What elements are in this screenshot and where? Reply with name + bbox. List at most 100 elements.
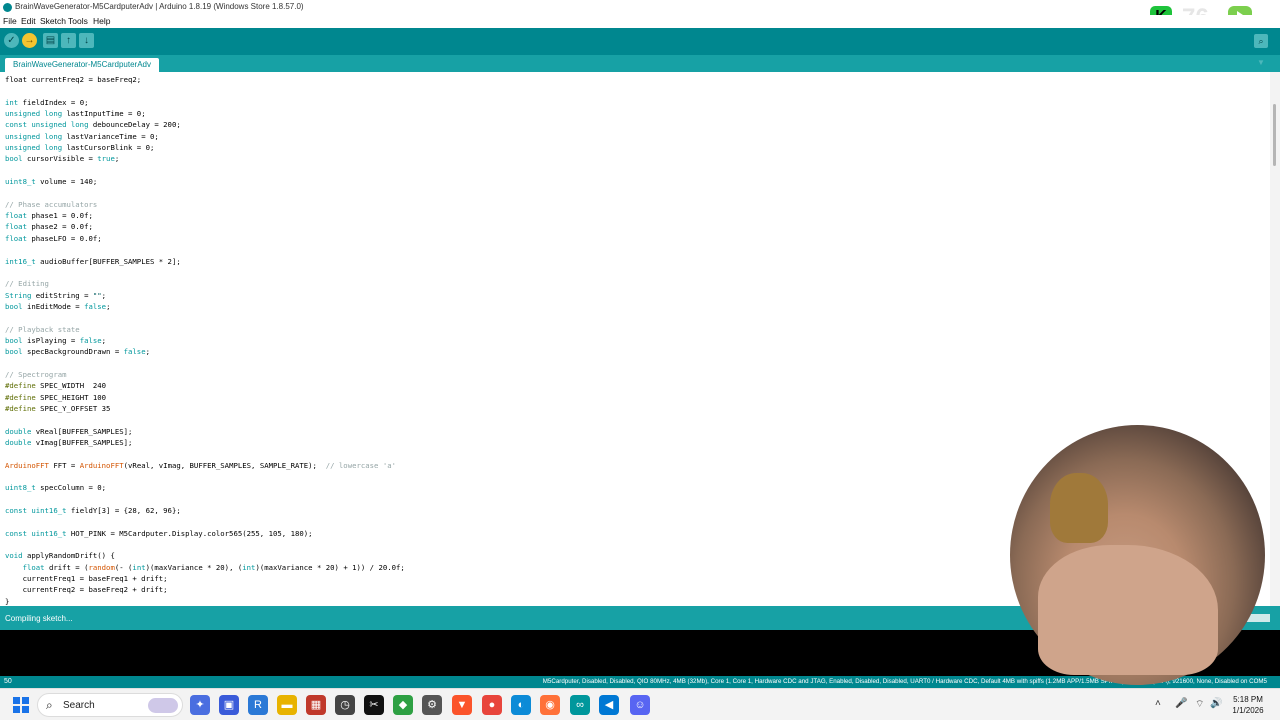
- code-line[interactable]: // Phase accumulators: [5, 199, 405, 210]
- tray-chevron-icon[interactable]: ˄: [1155, 698, 1161, 709]
- taskbar-search[interactable]: ⌕ Search: [37, 693, 183, 717]
- code-line[interactable]: unsigned long lastVarianceTime = 0;: [5, 131, 405, 142]
- code-line[interactable]: [5, 539, 405, 550]
- code-line[interactable]: // Spectrogram: [5, 369, 405, 380]
- code-line[interactable]: float phaseLFO = 0.0f;: [5, 233, 405, 244]
- code-line[interactable]: [5, 165, 405, 176]
- code-token: ;: [101, 335, 107, 345]
- code-token: unsigned long: [5, 109, 63, 119]
- verify-button[interactable]: ✓: [4, 33, 19, 48]
- wifi-icon[interactable]: ⌔: [1195, 698, 1204, 711]
- code-line[interactable]: bool specBackgroundDrawn = false;: [5, 346, 405, 357]
- tab-menu-icon[interactable]: ▼: [1256, 58, 1266, 68]
- code-line[interactable]: float currentFreq2 = baseFreq2;: [5, 74, 405, 85]
- code-line[interactable]: [5, 448, 405, 459]
- code-line[interactable]: [5, 358, 405, 369]
- code-line[interactable]: [5, 516, 405, 527]
- code-token: true: [97, 154, 115, 164]
- code-line[interactable]: void applyRandomDrift() {: [5, 550, 405, 561]
- code-line[interactable]: unsigned long lastCursorBlink = 0;: [5, 142, 405, 153]
- file-explorer-icon[interactable]: ▬: [277, 695, 297, 715]
- code-line[interactable]: bool inEditMode = false;: [5, 301, 405, 312]
- edge-icon[interactable]: ◐: [511, 695, 531, 715]
- code-line[interactable]: double vReal[BUFFER_SAMPLES];: [5, 426, 405, 437]
- code-token: float: [5, 222, 27, 232]
- capcut-icon[interactable]: ✂: [364, 695, 384, 715]
- code-line[interactable]: float drift = (random(- (int)(maxVarianc…: [5, 562, 405, 573]
- code-token: const unsigned long: [5, 120, 89, 130]
- code-line[interactable]: String editString = "";: [5, 290, 405, 301]
- firefox-icon[interactable]: ◉: [540, 695, 560, 715]
- save-sketch-button[interactable]: ↓: [79, 33, 94, 48]
- code-line[interactable]: const uint16_t HOT_PINK = M5Cardputer.Di…: [5, 528, 405, 539]
- code-line[interactable]: ArduinoFFT FFT = ArduinoFFT(vReal, vImag…: [5, 460, 405, 471]
- code-token: inEditMode =: [22, 301, 85, 311]
- code-line[interactable]: [5, 85, 405, 96]
- editor-scrollbar[interactable]: [1270, 72, 1280, 606]
- system-clock[interactable]: 5:18 PM 1/1/2026: [1228, 694, 1268, 716]
- code-token: ;: [114, 154, 120, 164]
- code-token: String: [5, 290, 32, 300]
- store-icon[interactable]: ▣: [219, 695, 239, 715]
- code-line[interactable]: uint8_t volume = 140;: [5, 176, 405, 187]
- code-line[interactable]: int fieldIndex = 0;: [5, 97, 405, 108]
- code-line[interactable]: #define SPEC_Y_OFFSET 35: [5, 403, 405, 414]
- code-token: unsigned long: [5, 131, 63, 141]
- code-line[interactable]: int16_t audioBuffer[BUFFER_SAMPLES * 2];: [5, 256, 405, 267]
- menu-tools[interactable]: Tools: [68, 16, 88, 26]
- remote-icon[interactable]: R: [248, 695, 268, 715]
- code-line[interactable]: const uint16_t fieldY[3] = {28, 62, 96};: [5, 505, 405, 516]
- code-line[interactable]: unsigned long lastInputTime = 0;: [5, 108, 405, 119]
- code-line[interactable]: #define SPEC_WIDTH 240: [5, 380, 405, 391]
- menu-help[interactable]: Help: [93, 16, 110, 26]
- open-sketch-button[interactable]: ↑: [61, 33, 76, 48]
- settings-icon[interactable]: ⚙: [422, 695, 442, 715]
- code-token: false: [79, 335, 102, 345]
- code-line[interactable]: bool cursorVisible = true;: [5, 153, 405, 164]
- code-line[interactable]: [5, 244, 405, 255]
- copilot-icon[interactable]: ✦: [190, 695, 210, 715]
- scrollbar-thumb[interactable]: [1273, 104, 1276, 166]
- code-line[interactable]: [5, 187, 405, 198]
- code-line[interactable]: bool isPlaying = false;: [5, 335, 405, 346]
- new-sketch-button[interactable]: ▤: [43, 33, 58, 48]
- code-line[interactable]: }: [5, 596, 405, 606]
- brave-icon[interactable]: ▼: [452, 695, 472, 715]
- tab-sketch[interactable]: BrainWaveGenerator-M5CardputerAdv: [5, 58, 159, 72]
- code-line[interactable]: currentFreq1 = baseFreq1 + drift;: [5, 573, 405, 584]
- code-line[interactable]: // Playback state: [5, 324, 405, 335]
- gem-icon[interactable]: ◆: [393, 695, 413, 715]
- windows-start-icon[interactable]: [13, 697, 29, 713]
- code-line[interactable]: [5, 267, 405, 278]
- code-line[interactable]: [5, 494, 405, 505]
- code-text[interactable]: float currentFreq2 = baseFreq2; int fiel…: [5, 74, 405, 606]
- code-line[interactable]: currentFreq2 = baseFreq2 + drift;: [5, 584, 405, 595]
- chrome-icon[interactable]: ●: [482, 695, 502, 715]
- code-line[interactable]: float phase1 = 0.0f;: [5, 210, 405, 221]
- code-line[interactable]: double vImag[BUFFER_SAMPLES];: [5, 437, 405, 448]
- serial-monitor-button[interactable]: ⌕: [1254, 34, 1268, 48]
- news-icon[interactable]: ▦: [306, 695, 326, 715]
- code-line[interactable]: uint8_t specColumn = 0;: [5, 482, 405, 493]
- arduino-icon[interactable]: ∞: [570, 695, 590, 715]
- volume-icon[interactable]: 🔊: [1210, 698, 1222, 709]
- vscode-icon[interactable]: ◀: [599, 695, 619, 715]
- mic-icon[interactable]: 🎤: [1175, 698, 1187, 709]
- code-token: HOT_PINK = M5Cardputer.Display.color565(…: [66, 528, 313, 538]
- menu-sketch[interactable]: Sketch: [40, 16, 66, 26]
- code-line[interactable]: const unsigned long debounceDelay = 200;: [5, 119, 405, 130]
- code-token: #define: [5, 403, 36, 413]
- menu-edit[interactable]: Edit: [21, 16, 36, 26]
- menu-file[interactable]: File: [3, 16, 17, 26]
- discord-icon[interactable]: ☺: [630, 695, 650, 715]
- upload-button[interactable]: →: [22, 33, 37, 48]
- code-line[interactable]: float phase2 = 0.0f;: [5, 221, 405, 232]
- code-line[interactable]: #define SPEC_HEIGHT 100: [5, 392, 405, 403]
- code-line[interactable]: // Editing: [5, 278, 405, 289]
- arduino-clock-icon[interactable]: ◷: [335, 695, 355, 715]
- code-token: const uint16_t: [5, 528, 67, 538]
- code-token: float: [5, 211, 27, 221]
- code-line[interactable]: [5, 414, 405, 425]
- code-line[interactable]: [5, 471, 405, 482]
- code-line[interactable]: [5, 312, 405, 323]
